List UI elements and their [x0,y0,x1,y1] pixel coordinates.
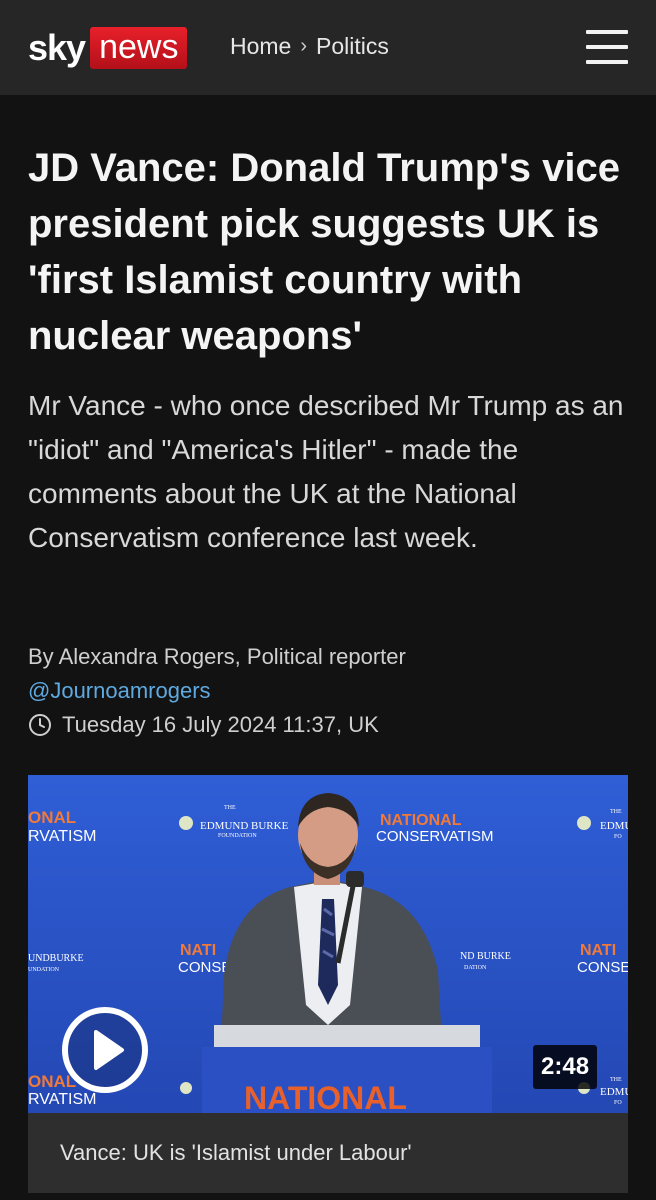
breadcrumb-home[interactable]: Home [230,33,291,60]
backdrop-edmu-bottom: EDMU [600,1086,628,1098]
publish-date-text: Tuesday 16 July 2024 11:37, UK [62,712,379,737]
article-headline: JD Vance: Donald Trump's vice president … [28,146,620,358]
backdrop-edmund-burke-left: EDMUND BURKE [200,820,289,832]
author-twitter-handle[interactable]: @Journoamrogers [28,674,628,708]
breadcrumb-politics[interactable]: Politics [316,33,389,60]
backdrop-conse-right: CONSE [577,959,628,976]
backdrop-conse-mid: CONSE [178,959,231,976]
hamburger-menu-icon[interactable] [586,28,628,66]
sky-news-logo[interactable]: sky news [28,27,188,69]
backdrop-conservatism-top: CONSERVATISM [376,828,494,845]
site-header: sky news Home › Politics [0,0,656,95]
backdrop-the-right: THE [610,809,622,815]
backdrop-edmu-right: EDMU [600,820,628,832]
clock-icon [29,714,51,736]
backdrop-rvatism-top: RVATISM [28,828,96,845]
podium-national-text: NATIONAL [244,1080,407,1113]
backdrop-foundation-left: FOUNDATION [218,833,257,839]
breadcrumb: Home › Politics [230,33,389,60]
breadcrumb-separator: › [300,35,308,57]
article-standfirst: Mr Vance - who once described Mr Trump a… [28,390,624,553]
backdrop-onal-top: ONAL [28,808,76,827]
video-caption: Vance: UK is 'Islamist under Labour' [28,1113,628,1193]
backdrop-fo-right: FO [614,834,622,840]
video-player[interactable]: ONAL RVATISM THE EDMUND BURKE FOUNDATION… [28,775,628,1113]
logo-sky-text: sky [28,27,86,68]
backdrop-national-top: NATIONAL [380,812,462,829]
backdrop-undburke-left: UNDBURKE [28,953,84,964]
article-byline: By Alexandra Rogers, Political reporter … [28,640,628,742]
video-duration-badge: 2:48 [533,1045,598,1089]
backdrop-the-bottom: THE [610,1077,622,1083]
backdrop-dation-mid: DATION [464,965,487,971]
backdrop-ndburke-mid: ND BURKE [460,951,511,962]
backdrop-the-left: THE [224,805,236,811]
backdrop-fo-bottom: FO [614,1100,622,1106]
podium: NATIONAL [202,1025,492,1113]
author-name: By Alexandra Rogers, Political reporter [28,644,406,669]
backdrop-undation-left: UNDATION [28,967,60,973]
publish-date: Tuesday 16 July 2024 11:37, UK [28,708,628,742]
play-icon[interactable] [60,1005,150,1095]
backdrop-nati-right: NATI [580,942,616,959]
logo-news-text: news [90,27,188,69]
backdrop-nati-mid: NATI [180,942,216,959]
